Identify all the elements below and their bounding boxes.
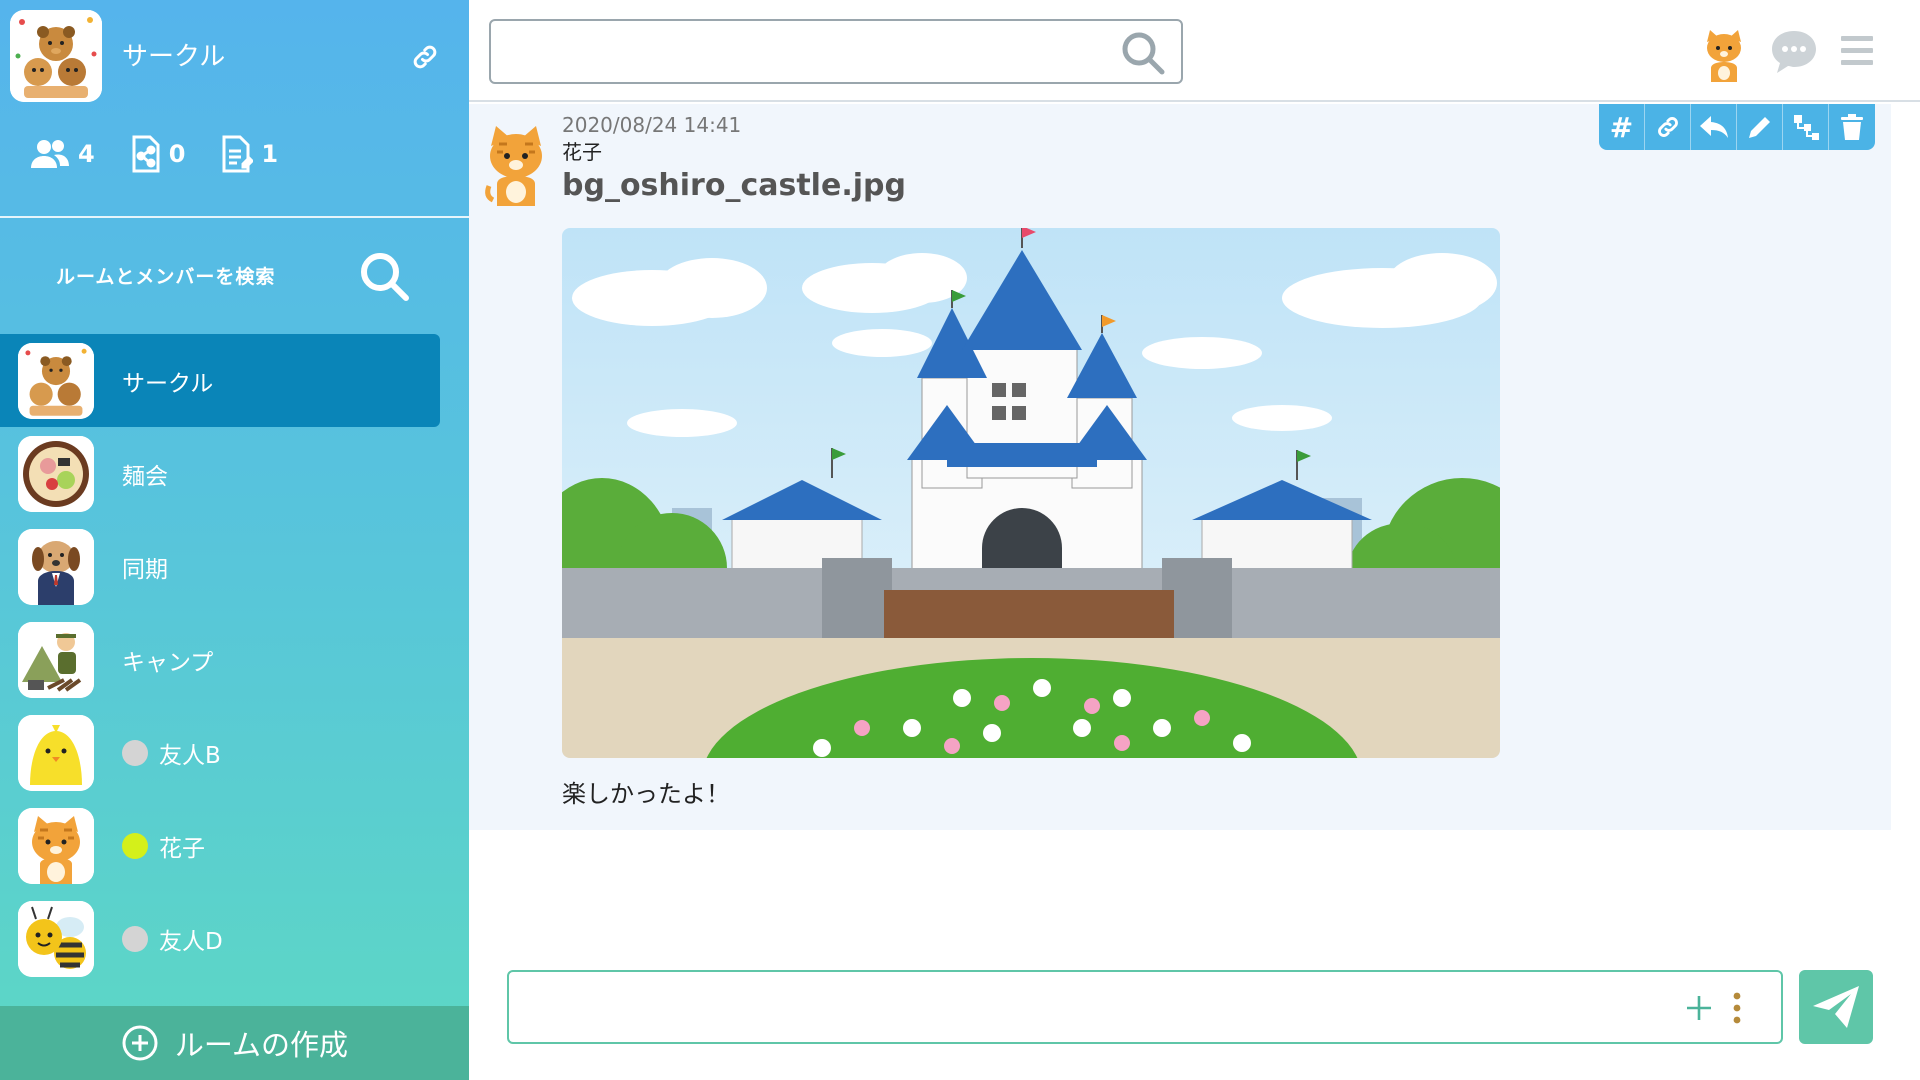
- status-dot-offline: [122, 925, 148, 952]
- app-root: サークル 4 0 1 ルームとメンバーを検索 サークル 麺会 同期 キャンプ 友…: [0, 0, 1920, 1080]
- shared-file-icon: [132, 135, 160, 173]
- message-timestamp: 2020/08/24 14:41: [562, 113, 742, 137]
- note-icon: [222, 135, 254, 173]
- room-search-label: ルームとメンバーを検索: [56, 266, 276, 288]
- group-header: サークル 4 0 1: [0, 0, 469, 216]
- link-icon[interactable]: [1645, 104, 1691, 150]
- room-item-ramen[interactable]: 麺会: [0, 427, 440, 520]
- message-area: 2020/08/24 14:41 花子 bg_oshiro_castle.jpg: [469, 104, 1891, 831]
- thread-icon[interactable]: [1783, 104, 1829, 150]
- dog-suit-avatar: [18, 528, 94, 605]
- more-options-icon[interactable]: [1731, 990, 1743, 1026]
- hamburger-menu-icon[interactable]: [1841, 34, 1873, 68]
- search-icon[interactable]: [1119, 29, 1167, 77]
- room-label: サークル: [122, 370, 214, 397]
- room-item-camp[interactable]: キャンプ: [0, 613, 440, 706]
- group-logo[interactable]: [10, 10, 102, 102]
- room-item-friend-b[interactable]: 友人B: [0, 706, 440, 799]
- room-item-hanako[interactable]: 花子: [0, 799, 440, 892]
- invite-link-icon[interactable]: [410, 42, 440, 72]
- room-label: キャンプ: [122, 649, 214, 676]
- add-attachment-icon[interactable]: [1681, 990, 1717, 1026]
- room-label: 麺会: [122, 463, 168, 490]
- edit-icon[interactable]: [1737, 104, 1783, 150]
- trash-icon[interactable]: [1829, 104, 1875, 150]
- shared-files-stat[interactable]: 0: [131, 134, 186, 174]
- dogs-group-avatar: [18, 342, 94, 419]
- group-name: サークル: [122, 42, 226, 72]
- message-search-input[interactable]: [503, 31, 1083, 73]
- member-count-stat[interactable]: 4: [30, 138, 95, 170]
- camp-avatar: [18, 621, 94, 698]
- cat-avatar: [18, 807, 94, 884]
- room-item-circle[interactable]: サークル: [0, 334, 440, 427]
- chick-avatar: [18, 714, 94, 791]
- notes-count: 1: [261, 140, 279, 168]
- member-count: 4: [78, 140, 95, 168]
- status-dot-offline: [122, 739, 148, 766]
- bee-avatar: [18, 900, 94, 977]
- group-stats: 4 0 1: [30, 134, 278, 174]
- notes-stat[interactable]: 1: [221, 134, 278, 174]
- message-text: 楽しかったよ！: [562, 780, 730, 808]
- room-search-icon[interactable]: [358, 250, 412, 308]
- message-composer: [507, 970, 1783, 1044]
- message-item: 2020/08/24 14:41 花子 bg_oshiro_castle.jpg: [469, 104, 1891, 830]
- members-icon: [31, 140, 69, 168]
- create-room-label: ルームの作成: [174, 1028, 349, 1062]
- status-dot-online: [122, 832, 148, 859]
- cat-avatar-icon[interactable]: [481, 120, 551, 206]
- sidebar: サークル 4 0 1 ルームとメンバーを検索 サークル 麺会 同期 キャンプ 友…: [0, 0, 469, 1080]
- message-input[interactable]: [523, 986, 1623, 1030]
- room-label: 友人B: [159, 742, 221, 769]
- user-avatar-icon[interactable]: [1699, 26, 1749, 82]
- reply-icon[interactable]: [1691, 104, 1737, 150]
- chat-bubble-icon[interactable]: [1769, 28, 1819, 76]
- add-circle-icon: [122, 1025, 158, 1061]
- room-label: 花子: [159, 835, 205, 862]
- shared-files-count: 0: [168, 140, 186, 168]
- room-item-friend-d[interactable]: 友人D: [0, 892, 440, 985]
- room-label: 友人D: [159, 928, 223, 955]
- message-author: 花子: [562, 140, 602, 164]
- room-search[interactable]: ルームとメンバーを検索: [0, 218, 469, 332]
- paper-plane-icon: [1813, 986, 1859, 1028]
- attachment-file-name[interactable]: bg_oshiro_castle.jpg: [562, 168, 906, 203]
- send-button[interactable]: [1799, 970, 1873, 1044]
- ramen-avatar: [18, 435, 94, 512]
- hash-icon[interactable]: #: [1599, 104, 1645, 150]
- message-search-box: [489, 19, 1183, 84]
- room-label: 同期: [122, 556, 168, 583]
- room-list: サークル 麺会 同期 キャンプ 友人B 花子 友人D: [0, 334, 469, 985]
- create-room-button[interactable]: ルームの作成: [0, 1006, 469, 1080]
- attachment-image[interactable]: [562, 228, 1500, 758]
- message-action-bar: #: [1599, 104, 1875, 150]
- top-bar: [469, 0, 1920, 102]
- room-item-doki[interactable]: 同期: [0, 520, 440, 613]
